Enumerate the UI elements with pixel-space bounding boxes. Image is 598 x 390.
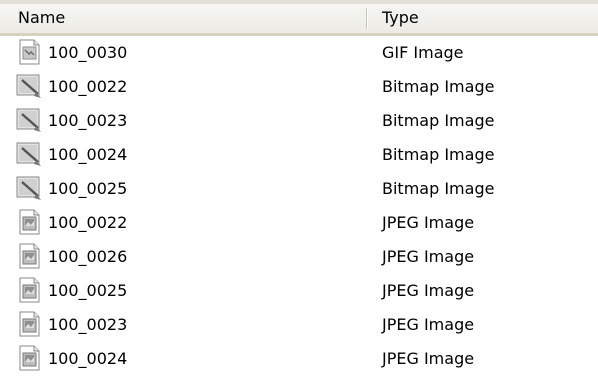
file-name: 100_0024 xyxy=(48,145,128,164)
jpeg-file-icon xyxy=(16,311,42,337)
file-type: JPEG Image xyxy=(382,281,475,300)
file-name: 100_0023 xyxy=(48,315,128,334)
file-name: 100_0025 xyxy=(48,179,128,198)
file-name: 100_0030 xyxy=(48,43,128,62)
column-divider[interactable] xyxy=(366,8,367,29)
column-header-name[interactable]: Name xyxy=(0,4,368,33)
file-type: GIF Image xyxy=(382,43,464,62)
file-list-view: Name Type 100_0030 GIF Image 100_0022 Bi… xyxy=(0,0,598,390)
file-name: 100_0022 xyxy=(48,213,128,232)
file-name: 100_0026 xyxy=(48,247,128,266)
file-type: JPEG Image xyxy=(382,247,475,266)
file-row[interactable]: 100_0023 JPEG Image xyxy=(0,308,598,342)
file-type: Bitmap Image xyxy=(382,77,495,96)
file-row[interactable]: 100_0024 Bitmap Image xyxy=(0,138,598,172)
bitmap-file-icon xyxy=(16,73,42,99)
file-type: Bitmap Image xyxy=(382,145,495,164)
file-type: JPEG Image xyxy=(382,349,475,368)
file-row[interactable]: 100_0026 JPEG Image xyxy=(0,240,598,274)
bitmap-file-icon xyxy=(16,141,42,167)
file-name: 100_0022 xyxy=(48,77,128,96)
file-type: Bitmap Image xyxy=(382,179,495,198)
file-row[interactable]: 100_0024 JPEG Image xyxy=(0,342,598,376)
file-row[interactable]: 100_0030 GIF Image xyxy=(0,36,598,70)
file-row[interactable]: 100_0025 Bitmap Image xyxy=(0,172,598,206)
file-name: 100_0024 xyxy=(48,349,128,368)
jpeg-file-icon xyxy=(16,345,42,371)
jpeg-file-icon xyxy=(16,209,42,235)
file-rows: 100_0030 GIF Image 100_0022 Bitmap Image xyxy=(0,36,598,376)
file-row[interactable]: 100_0022 Bitmap Image xyxy=(0,70,598,104)
column-header-type[interactable]: Type xyxy=(368,4,598,33)
file-row[interactable]: 100_0025 JPEG Image xyxy=(0,274,598,308)
file-row[interactable]: 100_0023 Bitmap Image xyxy=(0,104,598,138)
file-name: 100_0023 xyxy=(48,111,128,130)
file-row[interactable]: 100_0022 JPEG Image xyxy=(0,206,598,240)
gif-file-icon xyxy=(16,39,42,65)
file-type: JPEG Image xyxy=(382,213,475,232)
file-type: Bitmap Image xyxy=(382,111,495,130)
file-type: JPEG Image xyxy=(382,315,475,334)
bitmap-file-icon xyxy=(16,107,42,133)
column-header-bar: Name Type xyxy=(0,0,598,36)
jpeg-file-icon xyxy=(16,243,42,269)
jpeg-file-icon xyxy=(16,277,42,303)
bitmap-file-icon xyxy=(16,175,42,201)
file-name: 100_0025 xyxy=(48,281,128,300)
